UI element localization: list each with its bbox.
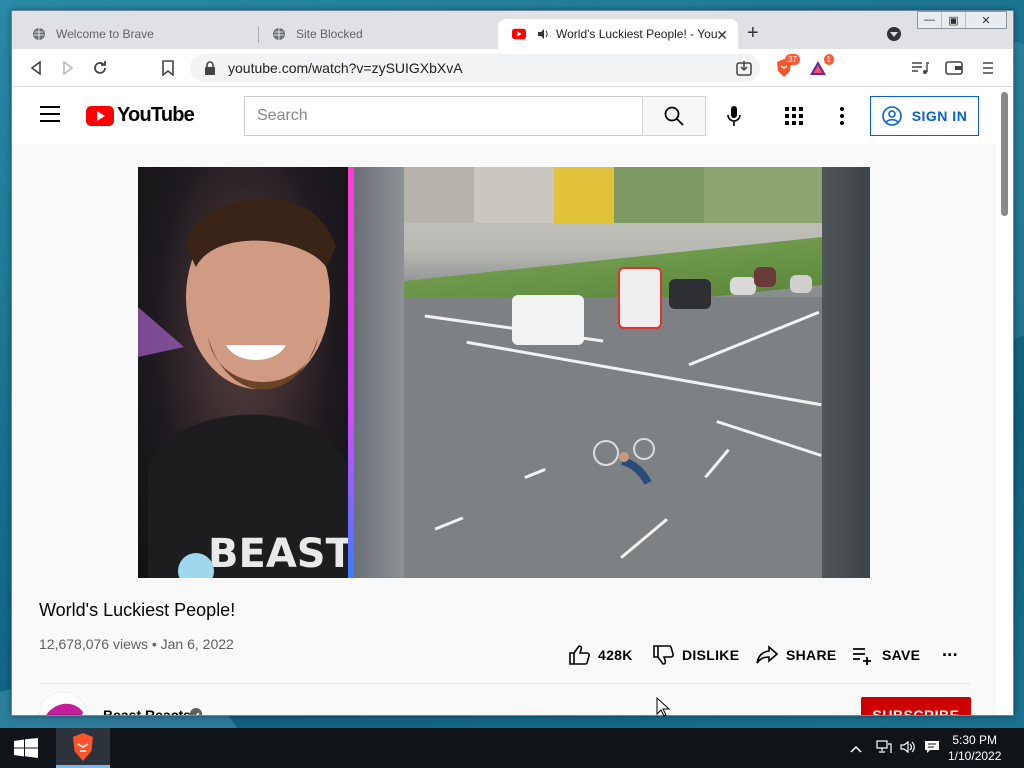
tab-title: World's Luckiest People! - You <box>556 27 718 41</box>
subscribe-button[interactable]: SUBSCRIBE <box>861 697 971 716</box>
system-clock[interactable]: 5:30 PM 1/10/2022 <box>948 732 1001 764</box>
sign-in-button[interactable]: SIGN IN <box>870 96 979 136</box>
more-actions-button[interactable]: ... <box>942 640 958 661</box>
video-title: World's Luckiest People! <box>39 600 236 620</box>
audio-playing-icon[interactable] <box>536 27 550 41</box>
save-icon <box>853 648 871 665</box>
brave-shields-icon[interactable]: 37 <box>774 54 800 78</box>
tab-title: Welcome to Brave <box>56 27 154 41</box>
account-icon <box>881 106 902 126</box>
youtube-page: YouTube SIGN IN <box>12 88 1013 716</box>
hamburger-icon[interactable] <box>40 106 60 122</box>
channel-name[interactable]: Beast Reacts <box>103 707 191 715</box>
dislike-icon <box>653 645 674 665</box>
channel-avatar[interactable] <box>39 692 87 715</box>
brave-taskbar-button[interactable] <box>56 728 110 768</box>
divider <box>39 683 970 684</box>
search-field[interactable] <box>244 96 643 136</box>
address-bar[interactable]: youtube.com/watch?v=zySUIGXbXvA <box>190 54 760 82</box>
chevron-up-icon[interactable] <box>850 740 862 756</box>
cyclist-figure <box>593 438 655 485</box>
new-tab-button[interactable]: + <box>747 23 759 43</box>
bookmark-icon[interactable] <box>158 58 178 78</box>
like-button[interactable]: 428K <box>568 644 633 666</box>
more-icon: ... <box>942 640 958 660</box>
windows-start-icon[interactable] <box>14 738 38 758</box>
taskbar: 5:30 PM 1/10/2022 <box>0 728 1024 768</box>
rewards-badge: 1 <box>823 54 834 65</box>
menu-icon[interactable] <box>978 58 998 78</box>
globe-icon <box>32 27 46 41</box>
video-player[interactable]: BEAST <box>138 167 870 578</box>
mouse-cursor-icon <box>656 697 670 717</box>
mic-icon[interactable] <box>722 104 746 128</box>
clock-time: 5:30 PM <box>952 733 998 747</box>
volume-icon[interactable] <box>900 740 916 757</box>
clock-date: 1/10/2022 <box>948 749 1002 763</box>
tab-youtube[interactable]: World's Luckiest People! - You ✕ <box>498 19 738 49</box>
svg-text:BEAST: BEAST <box>208 531 350 577</box>
save-label: SAVE <box>882 647 921 663</box>
streamer-figure: BEAST <box>138 198 354 578</box>
url-text[interactable]: youtube.com/watch?v=zySUIGXbXvA <box>228 60 463 76</box>
verified-icon <box>190 708 202 715</box>
reload-icon[interactable] <box>90 58 110 78</box>
share-label: SHARE <box>786 647 837 663</box>
like-icon <box>569 645 590 665</box>
share-icon <box>756 645 778 664</box>
youtube-header: YouTube SIGN IN <box>12 88 997 144</box>
minimize-button[interactable]: — <box>918 12 942 28</box>
search-button[interactable] <box>642 96 706 136</box>
video-frame-streamer: BEAST <box>138 167 354 578</box>
share-button[interactable]: SHARE <box>756 644 837 666</box>
browser-window: Welcome to Brave Site Blocked World's Lu… <box>11 10 1014 716</box>
tab-welcome[interactable]: Welcome to Brave <box>18 19 258 49</box>
tab-strip: Welcome to Brave Site Blocked World's Lu… <box>12 11 1013 49</box>
playlist-icon[interactable] <box>910 58 930 78</box>
network-icon[interactable] <box>876 740 892 757</box>
lock-icon[interactable] <box>204 61 218 75</box>
youtube-logo[interactable]: YouTube <box>86 104 195 127</box>
like-count: 428K <box>598 647 633 663</box>
shields-badge: 37 <box>785 54 800 65</box>
video-frame-street <box>404 167 822 578</box>
maximize-button[interactable]: ▣ <box>942 12 966 28</box>
forward-icon[interactable] <box>58 58 78 78</box>
save-button[interactable]: SAVE <box>852 644 920 666</box>
subscribe-label: SUBSCRIBE <box>872 707 960 716</box>
close-window-button[interactable]: ✕ <box>966 12 1006 28</box>
tab-search-icon[interactable] <box>887 27 901 41</box>
video-metadata: 12,678,076 views • Jan 6, 2022 <box>39 636 234 652</box>
notifications-icon[interactable] <box>924 740 940 757</box>
youtube-favicon-icon <box>512 27 526 41</box>
download-icon[interactable] <box>734 58 754 78</box>
video-blur-edge <box>354 167 404 578</box>
search-icon <box>664 106 684 126</box>
page-scrollbar[interactable] <box>996 88 1013 715</box>
video-blur-edge <box>822 167 870 578</box>
dislike-button[interactable]: DISLIKE <box>652 644 739 666</box>
brave-app-icon <box>73 732 93 761</box>
close-tab-icon[interactable]: ✕ <box>716 27 728 44</box>
tab-site-blocked[interactable]: Site Blocked <box>258 19 498 49</box>
browser-toolbar: youtube.com/watch?v=zySUIGXbXvA 37 1 <box>12 49 1013 87</box>
wallet-icon[interactable] <box>944 58 964 78</box>
kebab-icon[interactable] <box>830 104 854 128</box>
back-icon[interactable] <box>26 58 46 78</box>
window-controls: — ▣ ✕ <box>917 11 1007 29</box>
dislike-label: DISLIKE <box>682 647 740 663</box>
sign-in-label: SIGN IN <box>911 108 968 124</box>
tab-title: Site Blocked <box>296 27 363 41</box>
search-input[interactable] <box>257 107 643 125</box>
scrollbar-thumb[interactable] <box>1001 92 1008 216</box>
youtube-wordmark: YouTube <box>117 104 195 126</box>
globe-icon <box>272 27 286 41</box>
apps-grid-icon[interactable] <box>782 104 806 128</box>
brave-rewards-icon[interactable]: 1 <box>808 54 834 78</box>
youtube-play-logo-icon <box>86 105 114 126</box>
